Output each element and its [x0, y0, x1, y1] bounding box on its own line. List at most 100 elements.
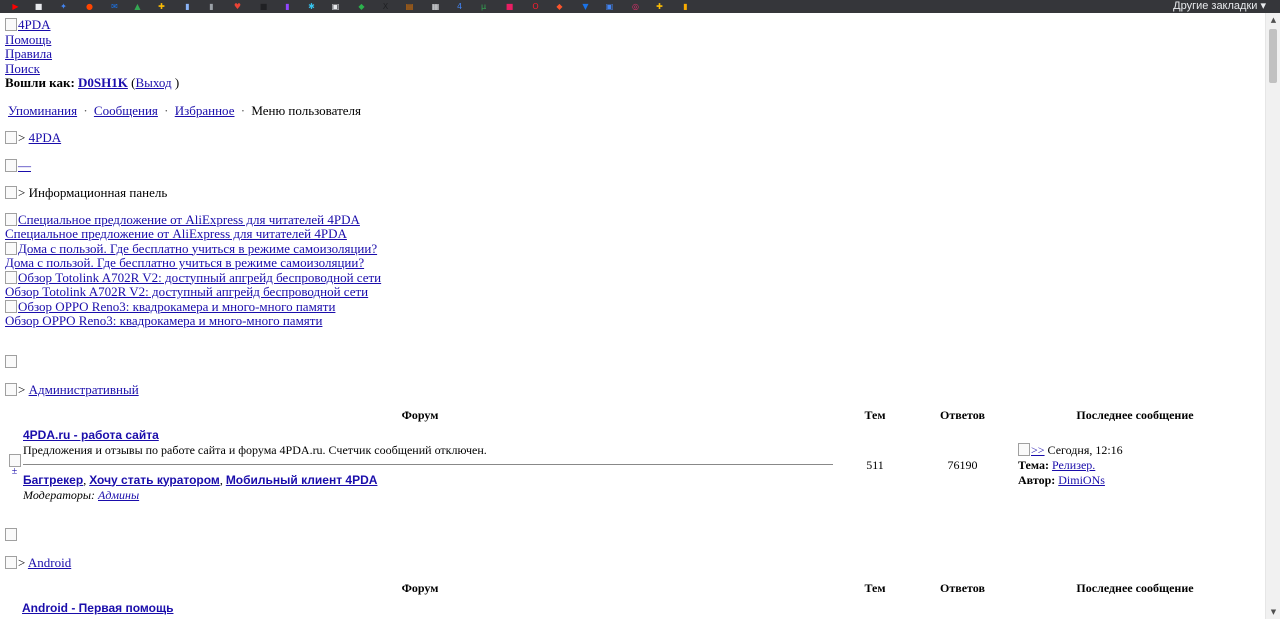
- mentions-link[interactable]: Упоминания: [8, 103, 77, 118]
- translate-icon[interactable]: ▣: [604, 1, 615, 12]
- reddit-icon[interactable]: ●: [84, 1, 95, 12]
- news-image-link[interactable]: Обзор Totolink A702R V2: доступный апгре…: [5, 270, 381, 285]
- logged-in-label: Вошли как:: [5, 75, 75, 90]
- spacer-image-icon: [5, 527, 17, 541]
- forum-title-link[interactable]: Android - Первая помощь: [22, 601, 173, 615]
- news-title-link[interactable]: Обзор OPPO Reno3: квадрокамера и много-м…: [5, 313, 322, 328]
- news-image-link[interactable]: Специальное предложение от AliExpress дл…: [5, 212, 360, 227]
- replies-count: 76190: [947, 457, 978, 472]
- expand-plus-icon[interactable]: ±: [6, 466, 23, 477]
- news-image-icon: [5, 241, 17, 255]
- col-forum: Форум: [401, 580, 439, 595]
- col-last-post: Последнее сообщение: [1076, 580, 1194, 595]
- help-link[interactable]: Помощь: [5, 32, 51, 47]
- news-image-link[interactable]: Обзор OPPO Reno3: квадрокамера и много-м…: [5, 299, 335, 314]
- tab-icon[interactable]: ■: [258, 1, 269, 12]
- opera-icon[interactable]: O: [530, 1, 541, 12]
- bookmarks-bar: ▮ ✚ ◎ ▣ ▼ ◆ O ■ μ 4 ▦ ▤ X ◆ ▣ ✱ ▮ ■ ♥ ▮ ▮ ✚ ▲ ✉ ● ✦ ■ ▶ Другие закл…: [0, 0, 1280, 13]
- messages-link[interactable]: Сообщения: [94, 103, 158, 118]
- nav-arrow-icon: [5, 131, 17, 144]
- logo-image-icon: [5, 18, 17, 31]
- last-post-go-link[interactable]: >>: [1018, 442, 1045, 457]
- info-panel-header: > Информационная панель: [5, 185, 1260, 201]
- forum-cell: ± 4PDA.ru - работа сайта Предложения и о…: [5, 427, 835, 504]
- category-admin-link[interactable]: Административный: [29, 382, 139, 397]
- user-menu: Упоминания · Сообщения · Избранное · Мен…: [8, 103, 1260, 119]
- category-android-link[interactable]: Android: [28, 555, 71, 570]
- subforums-list: Багтрекер, Хочу стать куратором, Мобильн…: [23, 472, 378, 487]
- archive-icon[interactable]: ▤: [404, 1, 415, 12]
- col-topics: Тем: [864, 407, 886, 422]
- col-topics: Тем: [864, 580, 886, 595]
- username-link[interactable]: D0SH1K: [78, 75, 128, 90]
- category-arrow: >: [18, 555, 26, 570]
- heart-icon[interactable]: ♥: [232, 1, 243, 12]
- collapse-toggle-link[interactable]: —: [5, 158, 31, 173]
- book-icon[interactable]: ▮: [206, 1, 217, 12]
- forum-table-header: Форум Тем Ответов Последнее сообщение: [5, 577, 1260, 600]
- four-icon[interactable]: 4: [454, 1, 465, 12]
- nav-arrow-icon: [5, 186, 17, 199]
- moderators: Модераторы: Админы: [23, 487, 140, 502]
- pinwheel-icon[interactable]: ✚: [156, 1, 167, 12]
- breadcrumb-4pda-link[interactable]: 4PDA: [29, 130, 62, 145]
- last-post-author-link[interactable]: DimiONs: [1058, 473, 1105, 487]
- drive-icon[interactable]: ▲: [132, 1, 143, 12]
- scrollbar-thumb[interactable]: [1269, 29, 1277, 83]
- logout-link[interactable]: Выход: [135, 75, 171, 90]
- news-list: Специальное предложение от AliExpress дл…: [5, 212, 1260, 329]
- favorites-link[interactable]: Избранное: [175, 103, 235, 118]
- news-image-link[interactable]: Дома с пользой. Где бесплатно учиться в …: [5, 241, 377, 256]
- news-title-link[interactable]: Обзор Totolink A702R V2: доступный апгре…: [5, 284, 368, 299]
- col-replies: Ответов: [940, 580, 985, 595]
- scroll-up-arrow-icon[interactable]: ▲: [1266, 13, 1280, 27]
- subforum-bugtracker-link[interactable]: Багтрекер: [23, 473, 83, 487]
- feedly-icon[interactable]: ◆: [356, 1, 367, 12]
- other-bookmarks-button[interactable]: Другие закладки ▾: [1173, 0, 1266, 13]
- spacer-image-icon: [5, 354, 17, 368]
- music-icon[interactable]: ■: [504, 1, 515, 12]
- col-last-post: Последнее сообщение: [1076, 407, 1194, 422]
- image-icon[interactable]: ▣: [330, 1, 341, 12]
- go-icon: [1018, 442, 1030, 456]
- site-logo-link[interactable]: 4PDA: [5, 17, 51, 32]
- search-link[interactable]: Поиск: [5, 61, 40, 76]
- forum-title-link[interactable]: 4PDA.ru - работа сайта: [23, 428, 159, 442]
- news-title-link[interactable]: Дома с пользой. Где бесплатно учиться в …: [5, 255, 364, 270]
- forum-cell: Android - Первая помощь: [5, 600, 835, 617]
- last-post-topic-link[interactable]: Релизер.: [1052, 458, 1095, 472]
- news-image-icon: [5, 270, 17, 284]
- forum-description: Предложения и отзывы по работе сайта и ф…: [23, 442, 487, 457]
- subforum-mobile-client-link[interactable]: Мобильный клиент 4PDA: [226, 473, 378, 487]
- gemini-icon[interactable]: ✦: [58, 1, 69, 12]
- calendar-icon[interactable]: ▦: [430, 1, 441, 12]
- scroll-down-arrow-icon[interactable]: ▼: [1266, 605, 1280, 619]
- twitch-icon[interactable]: ▮: [282, 1, 293, 12]
- slack-icon[interactable]: ✱: [306, 1, 317, 12]
- forum-table-admin: Форум Тем Ответов Последнее сообщение ± …: [5, 404, 1260, 504]
- instagram-icon[interactable]: ◎: [630, 1, 641, 12]
- stats-icon[interactable]: ▮: [680, 1, 691, 12]
- page-content: 4PDA Помощь Правила Поиск Вошли как: D0S…: [5, 17, 1260, 617]
- mail-icon[interactable]: ✉: [109, 1, 120, 12]
- topics-count: 511: [866, 457, 884, 472]
- youtube-icon[interactable]: ▶: [10, 1, 21, 12]
- shield-icon[interactable]: ◆: [554, 1, 565, 12]
- news-title-link[interactable]: Специальное предложение от AliExpress дл…: [5, 226, 347, 241]
- xda-icon[interactable]: X: [380, 1, 391, 12]
- rules-link[interactable]: Правила: [5, 46, 52, 61]
- moderators-link[interactable]: Админы: [98, 488, 139, 502]
- divider: [23, 463, 833, 465]
- vertical-scrollbar[interactable]: ▲ ▼: [1265, 13, 1280, 619]
- category-arrow: >: [18, 382, 26, 397]
- nav-arrow-icon: [5, 556, 17, 569]
- doc-icon[interactable]: ▮: [182, 1, 193, 12]
- pinwheel2-icon[interactable]: ✚: [654, 1, 665, 12]
- subforum-curator-link[interactable]: Хочу стать куратором: [89, 473, 220, 487]
- torrent-icon[interactable]: μ: [478, 1, 489, 12]
- cart-icon[interactable]: ▼: [580, 1, 591, 12]
- info-arrow: >: [18, 185, 26, 200]
- chat-icon[interactable]: ■: [33, 1, 44, 12]
- user-menu-label[interactable]: Меню пользователя: [251, 103, 361, 118]
- collapse-icon: [5, 158, 17, 172]
